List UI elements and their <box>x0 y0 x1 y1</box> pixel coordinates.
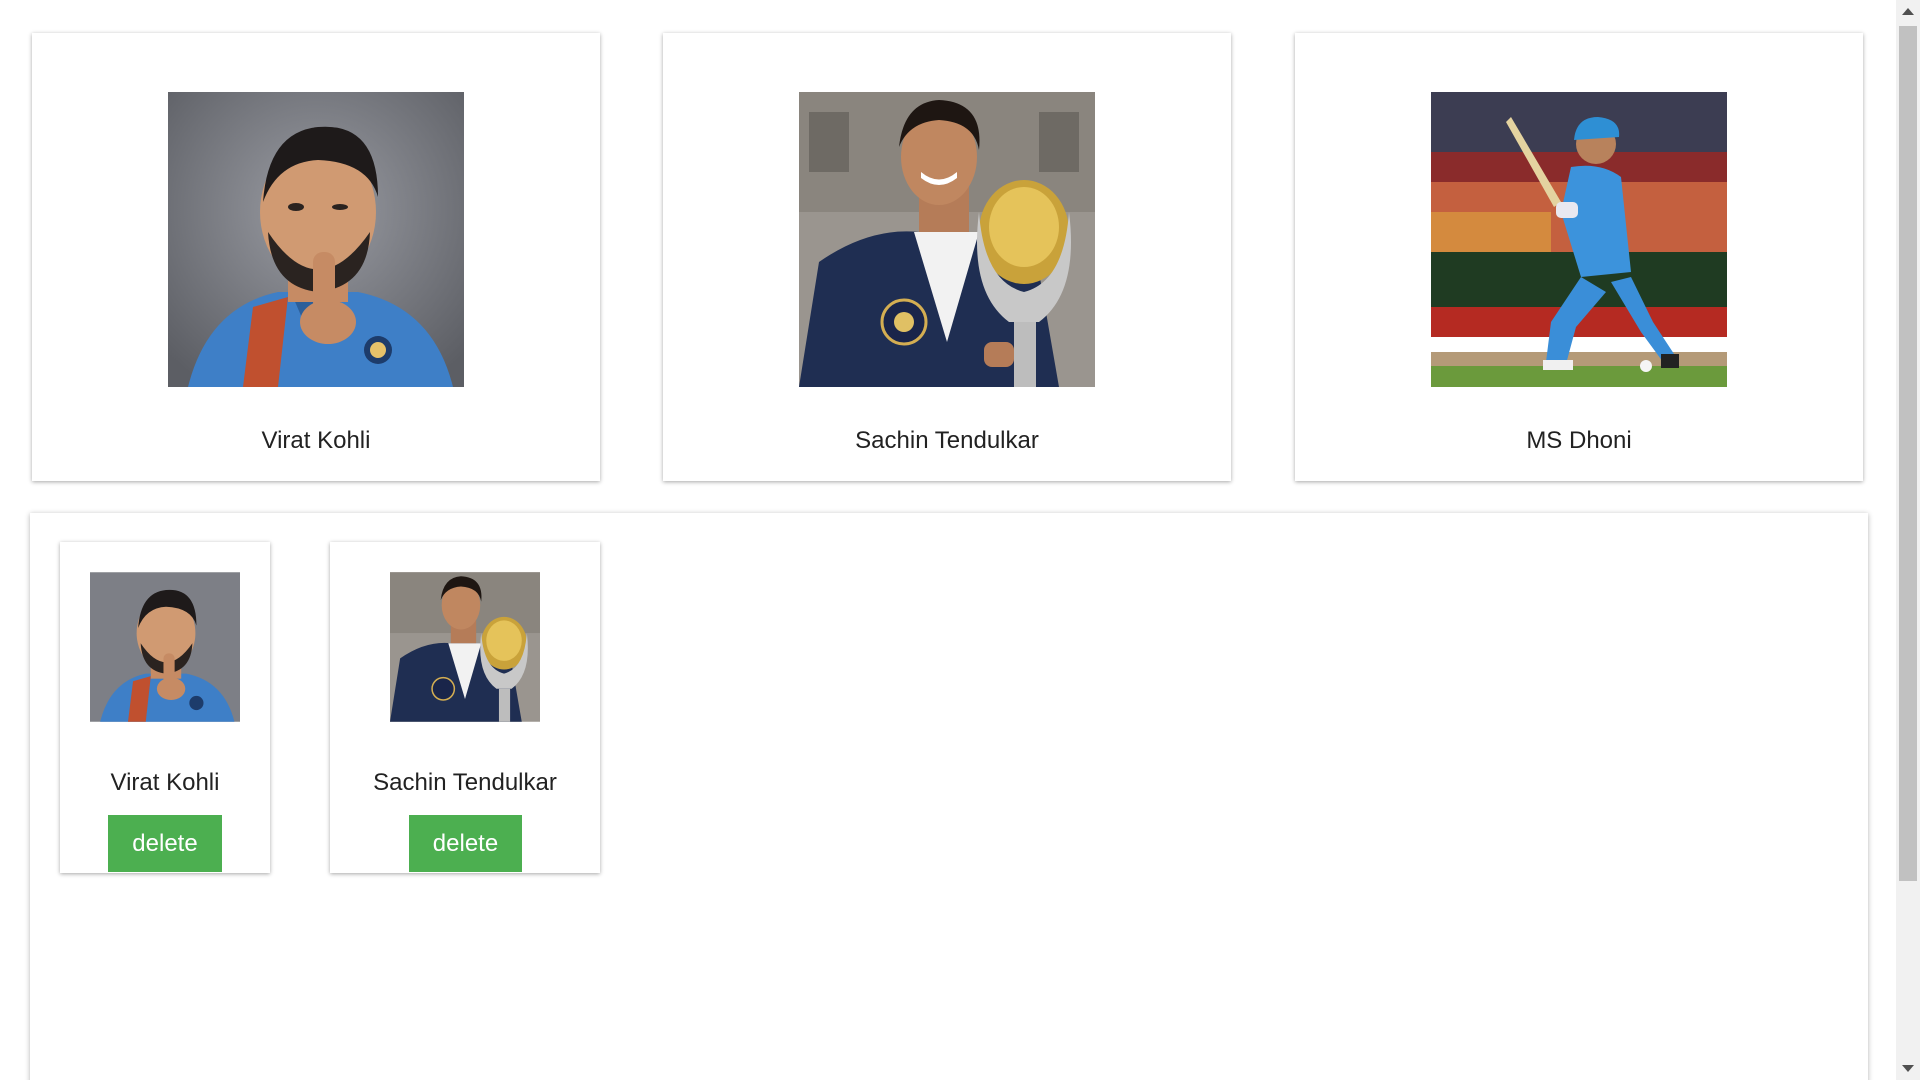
sachin-tendulkar-thumbnail <box>390 572 540 722</box>
player-card-ms-dhoni[interactable]: MS Dhoni <box>1295 33 1863 481</box>
selected-player-name: Sachin Tendulkar <box>373 769 557 796</box>
player-name: MS Dhoni <box>1526 427 1632 454</box>
delete-button[interactable]: delete <box>108 815 222 872</box>
player-grid: Virat Kohli Sachin Tendulkar MS Dhoni <box>32 33 1864 481</box>
selected-players-panel: Virat Kohli delete Sachin Tendulkar dele… <box>30 513 1868 1080</box>
sachin-tendulkar-photo <box>799 92 1095 387</box>
delete-button[interactable]: delete <box>409 815 522 872</box>
selected-card-sachin-tendulkar: Sachin Tendulkar delete <box>330 542 600 873</box>
selected-player-name: Virat Kohli <box>110 769 220 796</box>
vertical-scrollbar[interactable] <box>1896 0 1920 1080</box>
scroll-down-icon[interactable] <box>1902 1065 1914 1072</box>
ms-dhoni-photo <box>1431 92 1727 387</box>
selected-card-virat-kohli: Virat Kohli delete <box>60 542 270 873</box>
page: Virat Kohli Sachin Tendulkar MS Dhoni Vi… <box>0 0 1920 1080</box>
scroll-up-icon[interactable] <box>1902 8 1914 15</box>
virat-kohli-photo <box>168 92 464 387</box>
player-card-virat-kohli[interactable]: Virat Kohli <box>32 33 600 481</box>
player-name: Sachin Tendulkar <box>855 427 1039 454</box>
virat-kohli-thumbnail <box>90 572 240 722</box>
player-name: Virat Kohli <box>261 427 371 454</box>
scrollbar-thumb[interactable] <box>1899 26 1917 881</box>
player-card-sachin-tendulkar[interactable]: Sachin Tendulkar <box>663 33 1231 481</box>
